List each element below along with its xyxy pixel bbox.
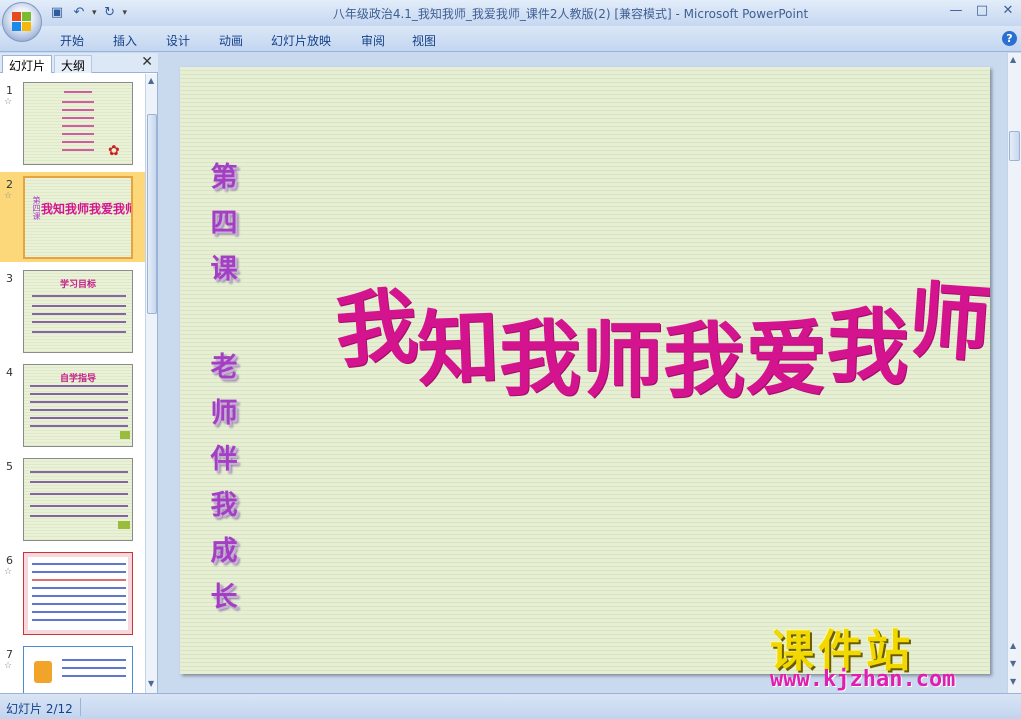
thumbnail-scrollbar[interactable]: ▲ ▼: [145, 74, 157, 693]
scroll-up-icon[interactable]: ▲: [148, 76, 154, 85]
office-logo-icon: [12, 12, 32, 32]
thumbnail-slide-1[interactable]: ✿: [23, 82, 133, 165]
slide-editor: 第 四 课 老 师 伴 我 成 长 我 知 我 师 我 爱 我 师: [159, 53, 1007, 693]
window-controls: — □ ✕: [949, 3, 1015, 18]
scrollbar-thumb[interactable]: [1009, 131, 1020, 161]
lesson-label: 第 四 课: [204, 155, 244, 293]
thumbnail-row-1[interactable]: 1 ☆ ✿: [0, 78, 145, 168]
watermark-url: www.kjzhan.com: [770, 667, 956, 692]
pane-tabs: 幻灯片 大纲 ✕: [0, 53, 158, 73]
thumbnail-list: 1 ☆ ✿ 2 ☆ 第四课 我知我师我爱我师 3 学习目标 4 自学指导 5 6…: [0, 74, 145, 693]
status-divider: [80, 698, 81, 716]
current-slide[interactable]: 第 四 课 老 师 伴 我 成 长 我 知 我 师 我 爱 我 师: [180, 67, 990, 674]
thumbnail-number: 3: [6, 272, 13, 285]
tab-home[interactable]: 开始: [60, 32, 84, 49]
lesson-char: 第: [210, 162, 238, 193]
animation-star-icon: ☆: [4, 97, 13, 107]
tab-animations[interactable]: 动画: [219, 32, 243, 49]
subtitle-char: 长: [210, 582, 238, 613]
thumbnail-row-3[interactable]: 3 学习目标: [0, 266, 145, 356]
close-icon[interactable]: ✕: [141, 54, 153, 70]
status-bar: 幻灯片 2/12: [0, 693, 1021, 719]
tab-view[interactable]: 视图: [412, 32, 436, 49]
thumbnail-number: 1: [6, 84, 13, 97]
lesson-char: 四: [210, 208, 238, 239]
previous-slide-icon[interactable]: ▲: [1010, 641, 1016, 650]
thumbnail-row-4[interactable]: 4 自学指导: [0, 360, 145, 450]
scroll-down-icon[interactable]: ▼: [148, 679, 154, 688]
thumbnail-slide-2[interactable]: 第四课 我知我师我爱我师: [23, 176, 133, 259]
thumbnail-number: 4: [6, 366, 13, 379]
scroll-down-icon[interactable]: ▼: [1010, 677, 1016, 686]
thumbnail-slide-6[interactable]: [23, 552, 133, 635]
thumbnail-slide-5[interactable]: [23, 458, 133, 541]
subtitle-char: 我: [210, 490, 238, 521]
thumbnail-title: 我知我师我爱我师: [41, 202, 133, 216]
thumbnail-title: 学习目标: [59, 280, 96, 290]
tab-insert[interactable]: 插入: [113, 32, 137, 49]
animation-star-icon: ☆: [4, 567, 13, 577]
tab-design[interactable]: 设计: [166, 32, 190, 49]
thumbnail-row-2[interactable]: 2 ☆ 第四课 我知我师我爱我师: [0, 172, 145, 262]
scrollbar-thumb[interactable]: [147, 114, 157, 314]
subtitle-char: 师: [210, 398, 238, 429]
office-button[interactable]: [2, 2, 42, 42]
title-char: 我: [499, 311, 582, 407]
window-title: 八年级政治4.1_我知我师_我爱我师_课件2人教版(2) [兼容模式] - Mi…: [332, 7, 809, 21]
title-char: 师: [905, 272, 990, 374]
thumbnail-slide-3[interactable]: 学习目标: [23, 270, 133, 353]
title-bar: ▣ ↶ ▾ ↻ ▾ 八年级政治4.1_我知我师_我爱我师_课件2人教版(2) […: [0, 0, 1021, 26]
title-char: 我: [663, 313, 746, 409]
thumbnail-slide-7[interactable]: [23, 646, 133, 693]
slides-pane: 幻灯片 大纲 ✕ 1 ☆ ✿ 2 ☆ 第四课 我知我师我爱我师 3 学习目标 4…: [0, 53, 158, 693]
lesson-char: 课: [210, 254, 238, 285]
animation-star-icon: ☆: [4, 661, 13, 671]
watermark: 课件站 www.kjzhan.com: [770, 615, 1010, 697]
thumbnail-number: 2: [6, 178, 13, 191]
title-char: 我: [332, 278, 421, 380]
tab-review[interactable]: 审阅: [361, 32, 385, 49]
thumbnail-number: 7: [6, 648, 13, 661]
thumbnail-slide-4[interactable]: 自学指导: [23, 364, 133, 447]
ribbon-tabs: 开始 插入 设计 动画 幻灯片放映 审阅 视图 ?: [0, 26, 1021, 52]
title-char: 知: [415, 299, 501, 399]
thumbnail-row-5[interactable]: 5: [0, 454, 145, 544]
thumbnail-row-7[interactable]: 7 ☆: [0, 642, 145, 693]
next-slide-icon[interactable]: ▼: [1010, 659, 1016, 668]
minimize-button[interactable]: —: [949, 3, 963, 18]
maximize-button[interactable]: □: [975, 3, 989, 18]
thumbnail-title: 自学指导: [59, 374, 96, 384]
tab-slide-show[interactable]: 幻灯片放映: [271, 32, 331, 49]
rose-icon: ✿: [108, 143, 120, 159]
thumbnail-row-6[interactable]: 6 ☆: [0, 548, 145, 638]
title-char: 师: [581, 313, 664, 409]
scroll-up-icon[interactable]: ▲: [1010, 55, 1016, 64]
thumbnail-number: 5: [6, 460, 13, 473]
thumbnail-number: 6: [6, 554, 13, 567]
slide-counter: 幻灯片 2/12: [6, 702, 73, 716]
title-char: 爱: [745, 311, 828, 407]
slide-main-title: 我 知 我 师 我 爱 我 师: [332, 242, 990, 432]
subtitle-char: 伴: [210, 444, 238, 475]
close-button[interactable]: ✕: [1001, 3, 1015, 18]
subtitle-vertical: 老 师 伴 我 成 长: [204, 345, 244, 621]
subtitle-char: 成: [210, 536, 238, 567]
subtitle-char: 老: [210, 352, 238, 383]
tab-slides[interactable]: 幻灯片: [2, 55, 53, 73]
title-char: 我: [825, 297, 911, 397]
slide-scrollbar[interactable]: ▲ ▲ ▼ ▼: [1007, 53, 1021, 693]
animation-star-icon: ☆: [4, 191, 13, 201]
tab-outline[interactable]: 大纲: [54, 55, 93, 73]
help-icon[interactable]: ?: [1002, 31, 1017, 46]
